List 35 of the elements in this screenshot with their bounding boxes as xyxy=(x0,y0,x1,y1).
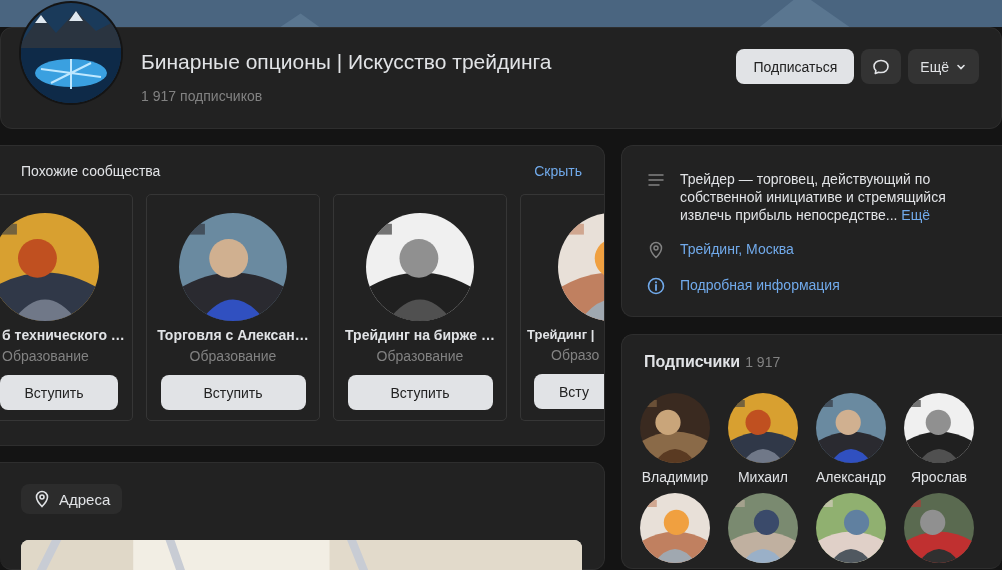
community-category: Образование xyxy=(189,348,277,364)
subscriber-count: 1 917 xyxy=(141,88,177,104)
community-card[interactable]: б технического … Образование Вступить xyxy=(0,194,133,421)
subscriber-name[interactable]: Владимир xyxy=(641,469,709,485)
community-name: Торговля с Алексан… xyxy=(157,327,309,343)
community-name: б технического … xyxy=(2,327,125,343)
subscriber-name[interactable]: Михаил xyxy=(737,469,789,485)
join-button[interactable]: Вступить xyxy=(160,375,306,410)
community-name: Трейдинг | xyxy=(527,327,595,342)
section-title: Подписчики xyxy=(644,353,741,371)
hide-link[interactable]: Скрыть xyxy=(534,163,582,179)
info-icon xyxy=(646,276,666,296)
join-button[interactable]: Вступить xyxy=(347,375,493,410)
community-category: Образование xyxy=(2,348,89,364)
join-button[interactable]: Вступить xyxy=(0,375,118,410)
location-link[interactable]: Трейдинг, Москва xyxy=(680,240,794,258)
details-link[interactable]: Подробная информация xyxy=(680,276,840,294)
subscriber-name[interactable]: Ярослав xyxy=(910,469,968,485)
more-link[interactable]: Ещё xyxy=(901,207,930,223)
community-name: Трейдинг на бирже … xyxy=(345,327,495,343)
message-button[interactable] xyxy=(861,49,902,84)
community-category: Образование xyxy=(376,348,464,364)
addresses-tab[interactable]: Адреса xyxy=(21,484,123,514)
subscriber-name[interactable]: Александр xyxy=(815,469,887,485)
subscribe-button[interactable]: Подписаться xyxy=(736,49,855,84)
description-text: Трейдер — торговец, действующий по собственной инициативе и стремящийся извлечь прибыль непосредстве... Ещё xyxy=(680,170,947,224)
section-title: Похожие сообщества xyxy=(21,163,161,179)
community-category: Образо xyxy=(551,347,600,363)
more-button[interactable]: Ещё xyxy=(908,49,979,84)
community-title: Бинарные опционы | Искусство трейдинга xyxy=(141,50,553,74)
community-card[interactable]: Торговля с Алексан… Образование Вступить xyxy=(146,194,320,421)
subscriber-count: 1 917 xyxy=(745,354,781,370)
join-button[interactable]: Всту xyxy=(534,374,604,409)
subscriber-label: подписчиков xyxy=(180,88,263,104)
community-card[interactable]: Трейдинг на бирже … Образование Вступить xyxy=(333,194,507,421)
